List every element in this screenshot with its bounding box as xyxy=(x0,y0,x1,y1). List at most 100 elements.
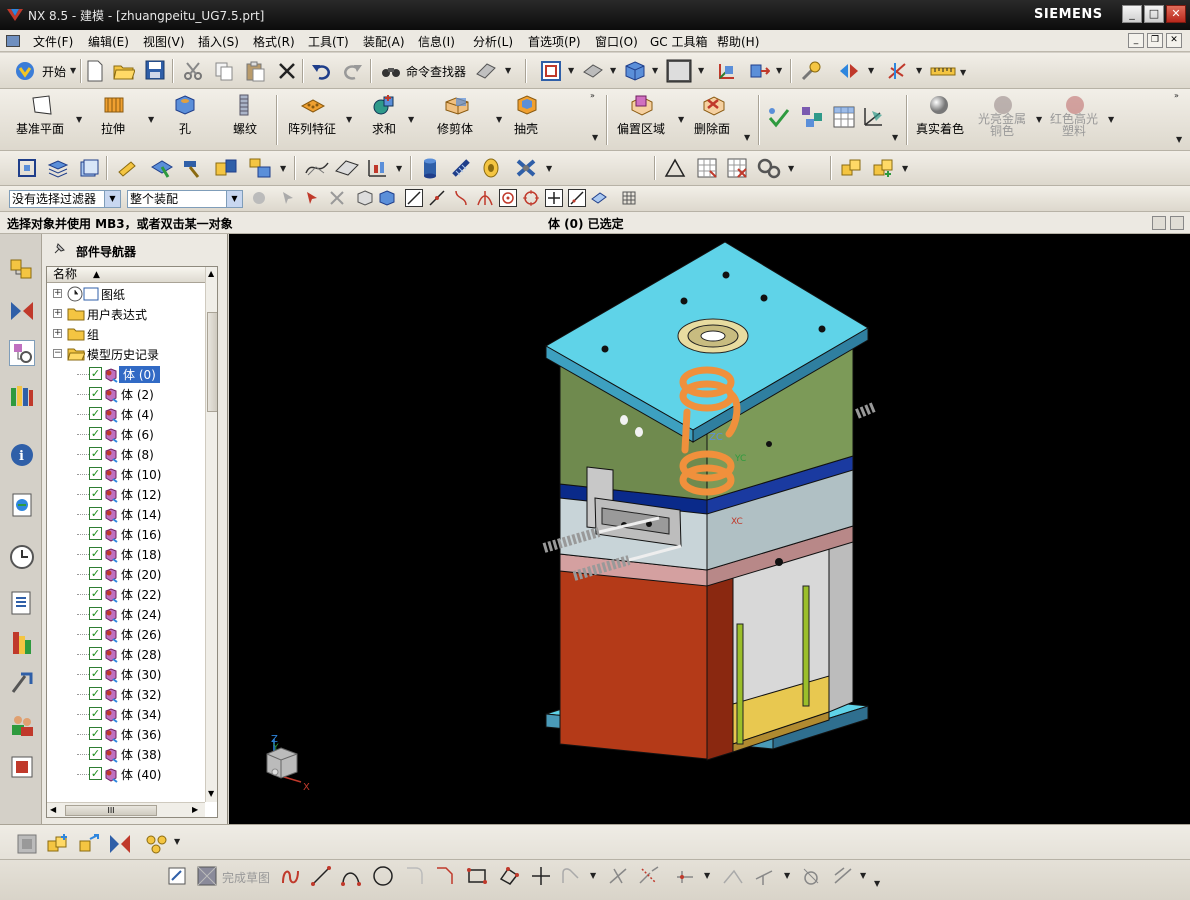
constraint-navigator-icon[interactable] xyxy=(9,298,35,324)
sheet-icon[interactable] xyxy=(475,60,497,82)
new-file-icon[interactable] xyxy=(86,60,108,82)
spacer-block-front[interactable] xyxy=(559,563,708,760)
menu-format[interactable]: 格式(R) xyxy=(253,33,295,50)
visibility-checkbox[interactable]: ✓ xyxy=(89,707,102,720)
pattern-feature-icon[interactable] xyxy=(300,94,326,116)
visibility-checkbox[interactable]: ✓ xyxy=(89,507,102,520)
finish-sketch-icon[interactable] xyxy=(196,865,218,887)
true-shading-button[interactable]: 真实着色 xyxy=(916,120,964,137)
cube-view-icon[interactable] xyxy=(624,60,646,82)
graphics-viewport[interactable]: ZC YC XC Z Y X xyxy=(229,234,1190,824)
system-scenes-icon[interactable] xyxy=(9,754,35,780)
body-list-item[interactable]: ✓ 体 (40) xyxy=(47,764,203,784)
body-list-item[interactable]: ✓ 体 (28) xyxy=(47,644,203,664)
extend-curve-icon[interactable] xyxy=(638,865,660,887)
mdi-close-button[interactable]: ✕ xyxy=(1166,33,1182,48)
menu-file[interactable]: 文件(F) xyxy=(33,33,73,50)
offset-region-icon[interactable] xyxy=(630,94,653,116)
assembly-arrange-icon[interactable] xyxy=(144,833,167,855)
fit-view-icon[interactable] xyxy=(540,60,562,82)
measure-tool-icon[interactable] xyxy=(366,157,388,179)
datum-plane-button[interactable]: 基准平面 xyxy=(16,120,64,137)
close-button[interactable]: ✕ xyxy=(1166,5,1186,23)
tree-node-user-expressions[interactable]: + 用户表达式 xyxy=(47,304,203,324)
reuse-library-icon[interactable] xyxy=(9,382,35,408)
visibility-checkbox[interactable]: ✓ xyxy=(89,767,102,780)
body-list-item[interactable]: ✓ 体 (38) xyxy=(47,744,203,764)
paste-icon[interactable] xyxy=(244,60,266,82)
section-icon[interactable] xyxy=(862,105,884,127)
surface-icon[interactable] xyxy=(334,157,360,179)
sheet-grid-icon[interactable] xyxy=(726,157,748,179)
visibility-checkbox[interactable]: ✓ xyxy=(89,387,102,400)
visibility-checkbox[interactable]: ✓ xyxy=(89,487,102,500)
cross-tool-icon[interactable] xyxy=(514,157,536,179)
hole-icon[interactable] xyxy=(174,94,196,116)
menu-insert[interactable]: 插入(S) xyxy=(198,33,239,50)
snap-intersection-icon[interactable] xyxy=(476,189,494,207)
offset-curve-icon[interactable] xyxy=(560,865,582,887)
visibility-checkbox[interactable]: ✓ xyxy=(89,607,102,620)
body-list-item[interactable]: ✓ 体 (20) xyxy=(47,564,203,584)
curve-icon[interactable] xyxy=(304,157,330,179)
vertical-scroll-thumb[interactable] xyxy=(207,312,217,412)
constraints-icon[interactable] xyxy=(722,865,744,887)
save-icon[interactable] xyxy=(145,60,167,82)
body-list-item[interactable]: ✓ 体 (16) xyxy=(47,524,203,544)
minimize-button[interactable]: _ xyxy=(1122,5,1142,23)
new-component-icon[interactable] xyxy=(46,833,68,855)
visibility-checkbox[interactable]: ✓ xyxy=(89,407,102,420)
snap-arc-center-icon[interactable] xyxy=(499,189,517,207)
visibility-checkbox[interactable]: ✓ xyxy=(89,527,102,540)
tree-node-model-history[interactable]: − 模型历史记录 xyxy=(47,344,203,364)
circle-icon[interactable] xyxy=(372,865,394,887)
body-list-item[interactable]: ✓ 体 (18) xyxy=(47,544,203,564)
menu-app-icon[interactable] xyxy=(6,35,20,47)
menu-information[interactable]: 信息(I) xyxy=(418,33,455,50)
body-list-item[interactable]: ✓ 体 (36) xyxy=(47,724,203,744)
snap-grid-icon[interactable] xyxy=(620,189,638,207)
polygon-icon[interactable] xyxy=(498,865,520,887)
spacer-block-side[interactable] xyxy=(706,571,734,761)
navigator-vertical-scrollbar[interactable]: ▲ ▼ xyxy=(205,267,217,802)
undo-icon[interactable] xyxy=(310,60,332,82)
body-list-item[interactable]: ✓ 体 (4) xyxy=(47,404,203,424)
visibility-checkbox[interactable]: ✓ xyxy=(89,467,102,480)
stack-icon[interactable] xyxy=(78,157,100,179)
open-folder-icon[interactable] xyxy=(113,60,136,82)
status-fullscreen-icon[interactable] xyxy=(1170,216,1184,230)
trim-body-icon[interactable] xyxy=(444,94,470,116)
mdi-minimize-button[interactable]: _ xyxy=(1128,33,1144,48)
hammer-icon[interactable] xyxy=(182,157,204,179)
component-icon[interactable] xyxy=(16,157,38,179)
visibility-checkbox[interactable]: ✓ xyxy=(89,667,102,680)
expand-icon[interactable]: + xyxy=(53,289,62,298)
select-body-icon[interactable] xyxy=(356,189,374,207)
body-list-item[interactable]: ✓ 体 (34) xyxy=(47,704,203,724)
system-materials-icon[interactable] xyxy=(9,590,35,616)
ruler-icon[interactable] xyxy=(930,60,956,82)
roles-icon[interactable] xyxy=(9,712,35,738)
trim-body-button[interactable]: 修剪体 xyxy=(437,120,473,137)
start-icon[interactable] xyxy=(14,60,36,82)
maximize-button[interactable]: □ xyxy=(1144,5,1164,23)
select-tool-3-icon[interactable] xyxy=(328,189,346,207)
body-list-item[interactable]: ✓ 体 (10) xyxy=(47,464,203,484)
menu-tools[interactable]: 工具(T) xyxy=(308,33,349,50)
background-icon[interactable] xyxy=(666,59,692,83)
binoculars-icon[interactable] xyxy=(380,60,402,82)
coin-icon[interactable] xyxy=(480,157,502,179)
select-tool-2-icon[interactable] xyxy=(304,189,322,207)
tree-node-drawings[interactable]: + 图纸 xyxy=(47,284,203,304)
chevron-down-icon[interactable]: ▼ xyxy=(104,191,120,207)
snap-on-face-icon[interactable] xyxy=(590,189,608,207)
visibility-checkbox[interactable]: ✓ xyxy=(89,727,102,740)
visibility-checkbox[interactable]: ✓ xyxy=(89,647,102,660)
expand-icon[interactable]: + xyxy=(53,329,62,338)
nx-logo-icon[interactable] xyxy=(6,7,24,26)
tree-node-groups[interactable]: + 组 xyxy=(47,324,203,344)
snap-on-curve-icon[interactable] xyxy=(568,189,586,207)
status-toggle-icon[interactable] xyxy=(1152,216,1166,230)
shell-icon[interactable] xyxy=(516,94,538,116)
menu-window[interactable]: 窗口(O) xyxy=(595,33,638,50)
